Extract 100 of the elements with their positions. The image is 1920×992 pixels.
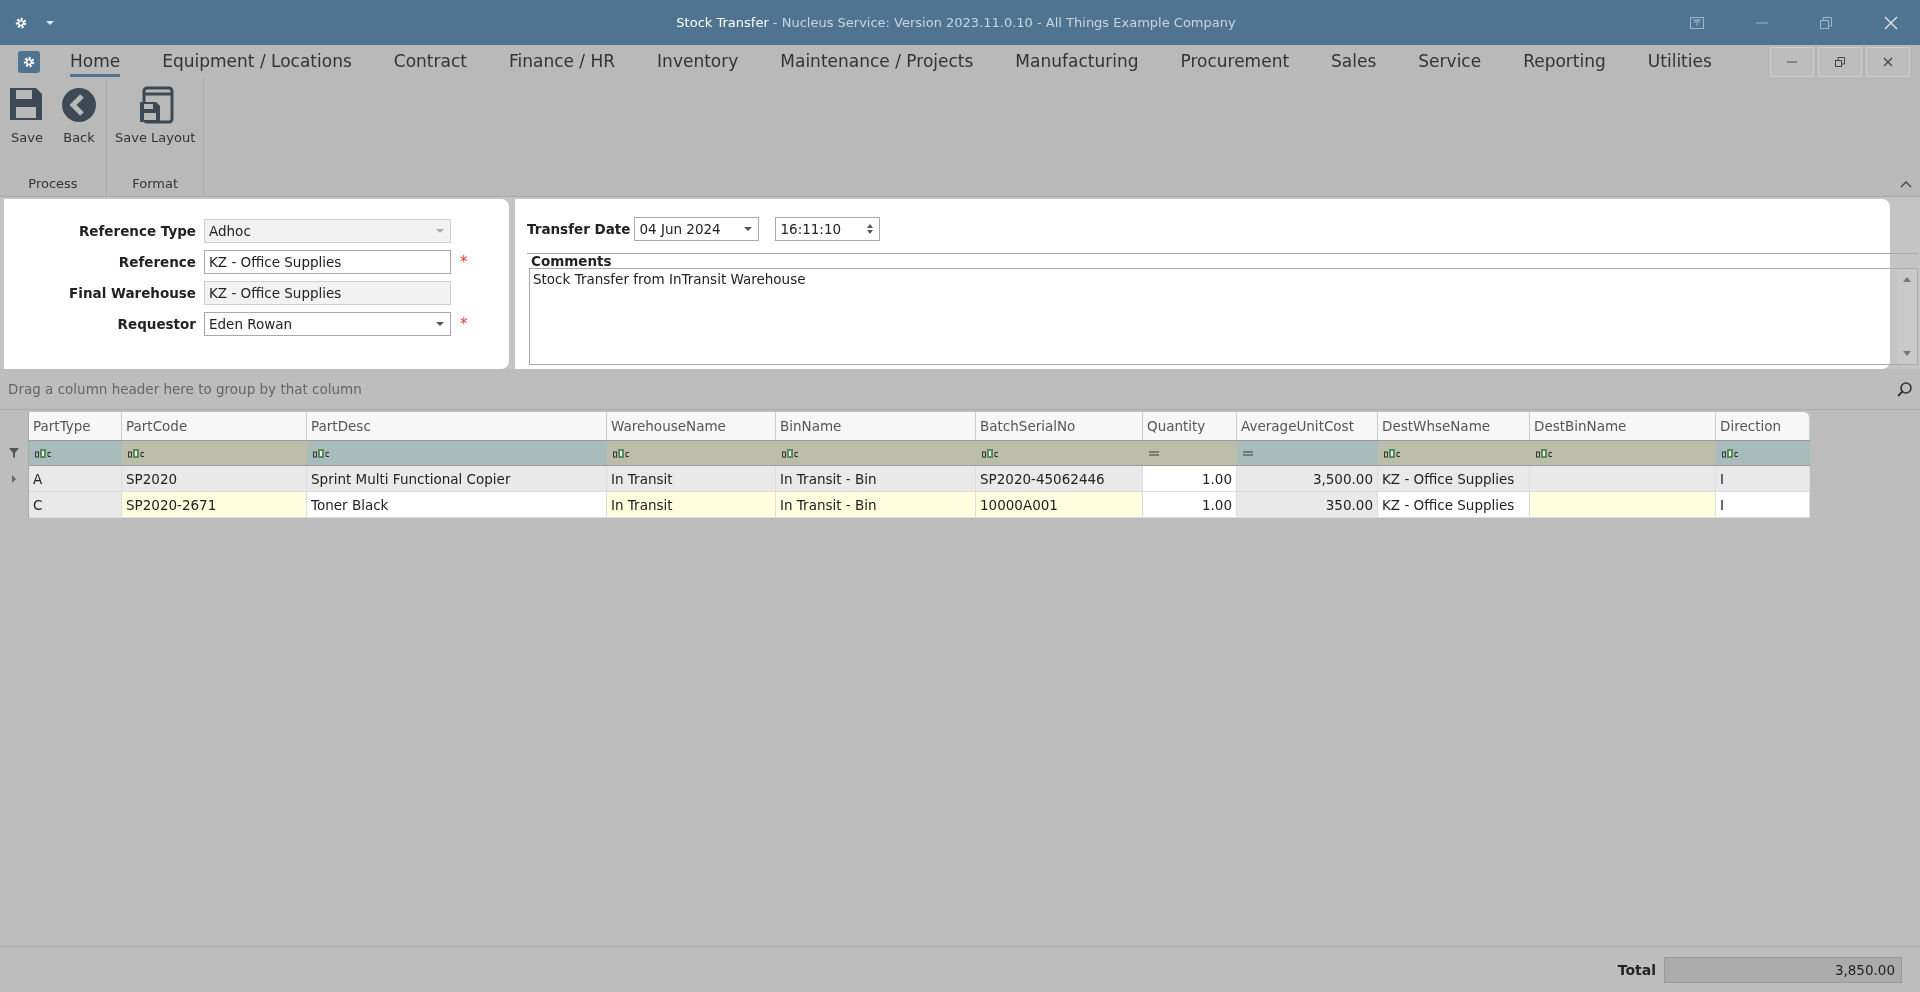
menu-tab[interactable]: Maintenance / Projects [780, 46, 974, 77]
menu-tab[interactable]: Reporting [1523, 46, 1606, 77]
time-field[interactable]: 16:11:10 [775, 217, 881, 241]
table-cell: 10000A001 [976, 492, 1143, 518]
dropdown-caret-icon [436, 229, 444, 233]
total-label: Total [1617, 961, 1656, 978]
column-header[interactable]: DestWhseName [1378, 412, 1530, 440]
text-filter-icon [1722, 448, 1739, 458]
spin-arrows-icon [867, 224, 874, 234]
ribbon-button[interactable]: Save [6, 84, 48, 176]
menu-tab[interactable]: Finance / HR [508, 46, 616, 77]
column-header[interactable]: WarehouseName [607, 412, 776, 440]
scroll-up-icon [1903, 277, 1911, 282]
text-filter-icon [613, 448, 630, 458]
equals-icon [1243, 450, 1253, 456]
table-cell: 1.00 [1143, 466, 1237, 492]
scroll-down-icon [1903, 351, 1911, 356]
required-marker: * [460, 315, 468, 333]
table-cell: 3,500.00 [1237, 466, 1378, 492]
menu-tab[interactable]: Inventory [657, 46, 739, 77]
text-filter-icon [35, 448, 52, 458]
ribbon-button[interactable]: Save Layout [113, 84, 198, 176]
settings-icon [22, 54, 36, 69]
column-header[interactable]: PartCode [122, 412, 307, 440]
table-cell: A [29, 466, 122, 492]
column-header[interactable]: PartType [29, 412, 122, 440]
filter-cell[interactable] [29, 440, 122, 466]
group-label: Comments [527, 253, 1918, 268]
comments-field[interactable]: Stock Transfer from InTransit Warehouse [529, 268, 1918, 365]
menu-tab[interactable]: Service [1418, 46, 1482, 77]
input-field[interactable]: KZ - Office Supplies [204, 250, 451, 274]
field-label: Requestor [116, 316, 197, 332]
group-by-hint: Drag a column header here to group by that column [8, 381, 362, 397]
table-cell: Toner Black [307, 492, 607, 518]
caret-icon[interactable] [46, 20, 54, 25]
table-cell: I [1716, 492, 1810, 518]
table-cell: SP2020-45062446 [976, 466, 1143, 492]
column-header[interactable]: Quantity [1143, 412, 1237, 440]
filter-cell[interactable] [1530, 440, 1716, 466]
field-label: Final Warehouse [68, 285, 197, 301]
settings-icon[interactable] [14, 15, 28, 30]
text-filter-icon [782, 448, 799, 458]
text-filter-icon [313, 448, 330, 458]
menu-tab[interactable]: Equipment / Locations [162, 46, 352, 77]
table-cell: In Transit [607, 492, 776, 518]
equals-icon [1149, 450, 1159, 456]
close-icon [1883, 56, 1893, 67]
app-menu-button[interactable] [18, 50, 40, 73]
menu-tab[interactable]: Contract [393, 46, 467, 77]
restore-icon[interactable] [1820, 16, 1832, 29]
table-cell: In Transit - Bin [776, 466, 976, 492]
dropdown-caret-icon [436, 322, 444, 326]
filter-icon [9, 448, 19, 458]
table-cell: In Transit - Bin [776, 492, 976, 518]
menu-tab[interactable]: Utilities [1647, 46, 1712, 77]
table-cell: SP2020-2671 [122, 492, 307, 518]
ribbon-button[interactable]: Back [58, 84, 100, 176]
text-filter-icon [982, 448, 999, 458]
table-cell: I [1716, 466, 1810, 492]
window-title: Stock Transfer - Nucleus Service: Version 2023.11.0.10 - All Things Example Company [675, 15, 1237, 30]
field-label: Reference Type [77, 223, 197, 239]
dropdown-field[interactable]: Eden Rowan [204, 312, 451, 336]
column-header[interactable]: Direction [1716, 412, 1810, 440]
search-icon[interactable] [1897, 381, 1912, 397]
column-header[interactable]: PartDesc [307, 412, 607, 440]
date-field[interactable]: 04 Jun 2024 [634, 217, 760, 241]
column-header[interactable]: BatchSerialNo [976, 412, 1143, 440]
menu-tab[interactable]: Manufacturing [1015, 46, 1139, 77]
filter-cell[interactable] [1237, 440, 1378, 466]
filter-cell[interactable] [122, 440, 307, 466]
ribbon-group-label: Format [131, 176, 179, 193]
filter-cell[interactable] [1378, 440, 1530, 466]
column-header[interactable]: BinName [776, 412, 976, 440]
pin-icon[interactable] [1690, 16, 1704, 29]
table-cell: C [29, 492, 122, 518]
filter-cell[interactable] [1143, 440, 1237, 466]
total-field: 3,850.00 [1664, 956, 1902, 983]
restore-button[interactable] [1818, 46, 1862, 77]
table-cell: KZ - Office Supplies [1378, 492, 1530, 518]
table-cell: In Transit [607, 466, 776, 492]
column-header[interactable]: DestBinName [1530, 412, 1716, 440]
menu-tab[interactable]: Sales [1331, 46, 1377, 77]
field-label: Reference [117, 254, 197, 270]
text-filter-icon [128, 448, 145, 458]
collapse-icon[interactable] [1900, 181, 1912, 188]
restore-icon [1835, 56, 1845, 67]
filter-cell[interactable] [307, 440, 607, 466]
table-cell: Sprint Multi Functional Copier [307, 466, 607, 492]
table-cell: 350.00 [1237, 492, 1378, 518]
filter-cell[interactable] [1716, 440, 1810, 466]
menu-tab[interactable]: Procurement [1180, 46, 1290, 77]
table-cell: SP2020 [122, 466, 307, 492]
required-marker: * [460, 253, 468, 271]
column-header[interactable]: AverageUnitCost [1237, 412, 1378, 440]
table-cell: KZ - Office Supplies [1378, 466, 1530, 492]
filter-cell[interactable] [607, 440, 776, 466]
text-filter-icon [1384, 448, 1401, 458]
scrollbar[interactable] [1897, 269, 1917, 364]
text-filter-icon [1536, 448, 1553, 458]
close-icon[interactable] [1884, 15, 1898, 30]
